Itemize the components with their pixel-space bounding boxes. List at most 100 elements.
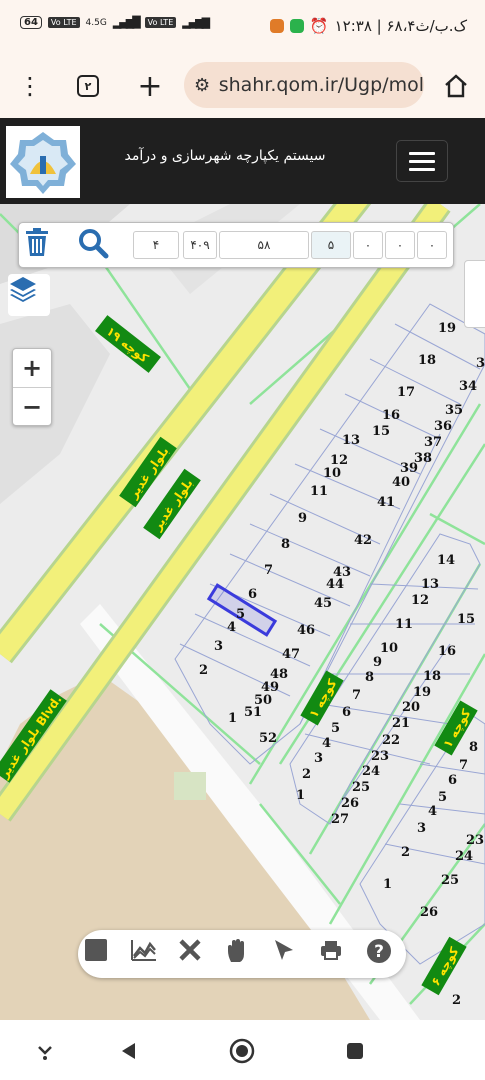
- parcel-number: 3: [314, 751, 323, 766]
- home-icon[interactable]: [436, 66, 476, 106]
- parcel-number: 2: [302, 767, 311, 782]
- site-settings-icon[interactable]: ⚙: [194, 75, 215, 96]
- parcel-number: 16: [382, 408, 400, 423]
- volte-badge-1: Vo LTE: [47, 17, 80, 28]
- home-nav-icon[interactable]: [227, 1036, 257, 1066]
- parcel-number: 36: [434, 419, 452, 434]
- parcel-number: 11: [395, 617, 413, 632]
- status-bar: 64 Vo LTE 4.5G ▂▄▆█ Vo LTE ▂▄▆▇ ⏰ ۱۲:۳۸ …: [0, 0, 485, 56]
- parcel-number: 2: [199, 663, 208, 678]
- parcel-number: 8: [281, 537, 290, 552]
- parcel-number: 24: [362, 764, 380, 779]
- parcel-number: 8: [365, 670, 374, 685]
- parcel-number: 39: [400, 461, 418, 476]
- address-bar[interactable]: ⚙ shahr.qom.ir/Ugp/mol: [184, 62, 424, 108]
- parcel-number: 3: [476, 356, 485, 371]
- parcel-number: 12: [411, 593, 429, 608]
- parcel-number: 10: [380, 641, 398, 656]
- parcel-number: 5: [236, 607, 245, 622]
- close-icon[interactable]: [178, 938, 210, 970]
- parcel-number: 25: [352, 780, 370, 795]
- parcel-number: 13: [342, 433, 360, 448]
- search-icon[interactable]: [77, 227, 113, 263]
- battery-indicator: 64: [20, 16, 42, 29]
- svg-text:بلوار غدیر: بلوار غدیر: [150, 476, 197, 534]
- parcel-field-2[interactable]: ۴۰۹: [183, 231, 217, 259]
- recents-icon[interactable]: [340, 1036, 370, 1066]
- parcel-number: 7: [459, 758, 468, 773]
- hand-icon[interactable]: [225, 938, 257, 970]
- parcel-number: 13: [421, 577, 439, 592]
- nav-down-icon[interactable]: [30, 1036, 60, 1066]
- parcel-number: 25: [441, 873, 459, 888]
- parcel-field-1[interactable]: ۴: [133, 231, 179, 259]
- parcel-number: 9: [298, 511, 307, 526]
- app-title: سیستم یکپارچه شهرسازی و درآمد: [124, 148, 326, 164]
- parcel-number: 4: [227, 620, 236, 635]
- map-canvas[interactable]: کوچه ۱۹ بلوار غدیر بلوار غدیر بلوار غدیر…: [0, 204, 485, 1020]
- system-navigation-bar: [0, 1020, 485, 1080]
- parcel-field-7[interactable]: ۰: [417, 231, 447, 259]
- parcel-number: 45: [314, 596, 332, 611]
- parcel-number: 51: [244, 705, 262, 720]
- new-tab-icon[interactable]: +: [130, 66, 170, 106]
- parcel-number: 46: [297, 623, 315, 638]
- back-icon[interactable]: [114, 1036, 144, 1066]
- pointer-icon[interactable]: [272, 938, 304, 970]
- parcel-field-6[interactable]: ۰: [385, 231, 415, 259]
- app-logo: [6, 126, 80, 198]
- chart-icon[interactable]: [131, 938, 163, 970]
- trash-icon[interactable]: [23, 227, 59, 263]
- parcel-number: 26: [341, 796, 359, 811]
- map-view[interactable]: کوچه ۱۹ بلوار غدیر بلوار غدیر بلوار غدیر…: [0, 204, 485, 1020]
- parcel-search-toolbar: ۴ ۴۰۹ ۵۸ ۵ ۰ ۰ ۰: [18, 222, 454, 268]
- parcel-number: 15: [372, 424, 390, 439]
- parcel-number: 17: [397, 385, 415, 400]
- signal-icon: ▂▄▆█: [112, 16, 141, 29]
- parcel-number: 26: [420, 905, 438, 920]
- tab-switcher-button[interactable]: ۲: [68, 66, 108, 106]
- stop-icon[interactable]: [84, 938, 116, 970]
- parcel-number: 11: [310, 484, 328, 499]
- parcel-number: 7: [352, 688, 361, 703]
- zoom-in-button[interactable]: +: [13, 349, 51, 388]
- parcel-number: 3: [214, 639, 223, 654]
- parcel-field-5[interactable]: ۰: [353, 231, 383, 259]
- parcel-number: 23: [466, 833, 484, 848]
- side-panel-tab[interactable]: [464, 260, 485, 328]
- parcel-number: 20: [402, 700, 420, 715]
- parcel-number: 1: [228, 711, 237, 726]
- road-label-koocheh-19: کوچه ۱۹: [95, 315, 161, 373]
- browser-menu-icon[interactable]: ⋮: [10, 66, 50, 106]
- parcel-number: 2: [401, 845, 410, 860]
- parcel-number: 1: [383, 877, 392, 892]
- svg-text:?: ?: [374, 942, 384, 962]
- parcel-number: 22: [382, 733, 400, 748]
- help-icon[interactable]: ?: [366, 938, 398, 970]
- parcel-number: 5: [438, 790, 447, 805]
- parcel-number: 4: [428, 804, 437, 819]
- parcel-number: 35: [445, 403, 463, 418]
- parcel-number: 6: [342, 705, 351, 720]
- parcel-number: 24: [455, 849, 473, 864]
- layers-button[interactable]: [8, 274, 50, 316]
- layers-icon: [10, 277, 36, 302]
- parcel-number: 21: [392, 716, 410, 731]
- parcel-number: 52: [259, 731, 277, 746]
- parcel-number: 15: [457, 612, 475, 627]
- parcel-field-3[interactable]: ۵۸: [219, 231, 309, 259]
- parcel-number: 37: [424, 435, 442, 450]
- parcel-number: 16: [438, 644, 456, 659]
- print-icon[interactable]: [319, 938, 351, 970]
- parcel-number: 44: [326, 577, 344, 592]
- zoom-out-button[interactable]: −: [13, 388, 51, 426]
- parcel-number: 3: [417, 821, 426, 836]
- parcel-number: 10: [323, 466, 341, 481]
- parcel-field-4[interactable]: ۵: [311, 231, 351, 259]
- hamburger-menu-button[interactable]: [396, 140, 448, 182]
- green-plot: [174, 772, 206, 800]
- chat-notification-icon: [289, 19, 304, 33]
- status-clock: ۱۲:۳۸ | ۶۸،۴ک.ب/ث: [334, 17, 467, 35]
- parcel-number: 19: [413, 685, 431, 700]
- browser-toolbar: ⋮ ۲ + ⚙ shahr.qom.ir/Ugp/mol: [0, 56, 485, 118]
